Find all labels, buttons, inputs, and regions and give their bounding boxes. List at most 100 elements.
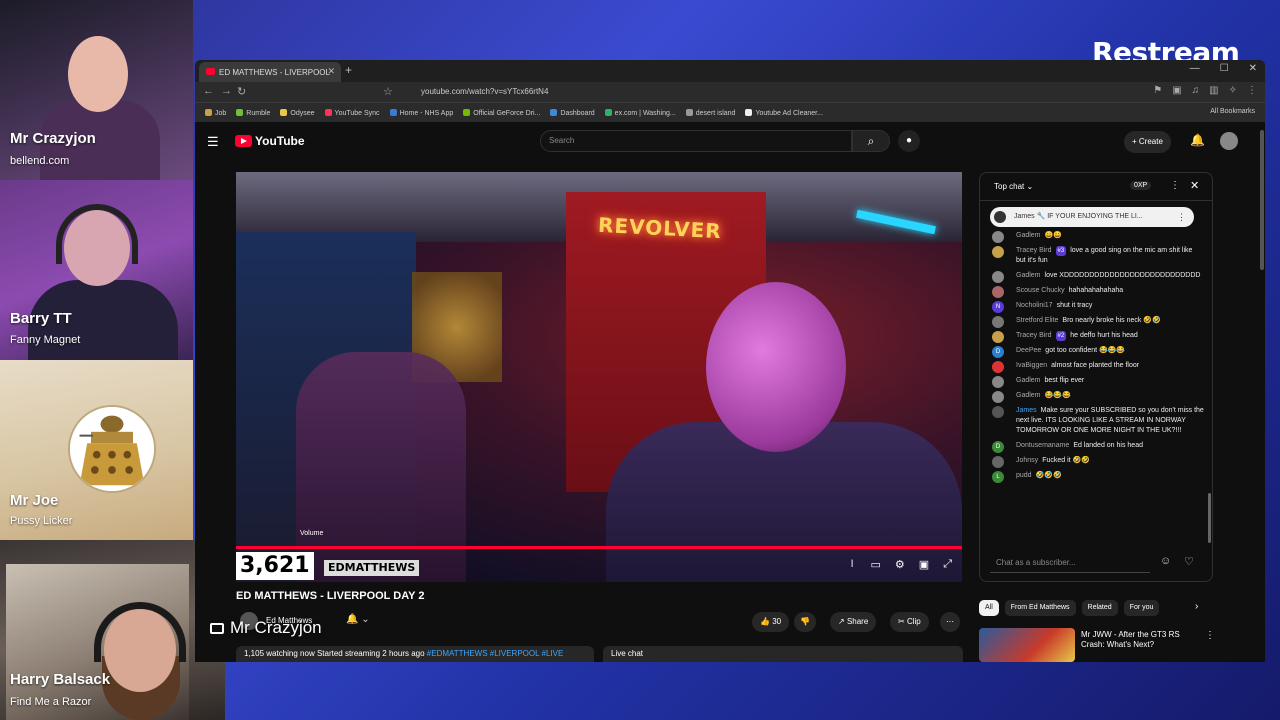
video-player[interactable]: REVOLVER Volume 3,621 EDMATTHEWS ⏽ ▭ ⚙ ▣… xyxy=(236,172,962,582)
avatar[interactable] xyxy=(992,246,1004,258)
settings-gear-icon[interactable]: ⚙ xyxy=(895,558,905,571)
video-description[interactable]: 1,105 watching now Started streaming 2 h… xyxy=(236,646,594,662)
pinned-menu-icon[interactable]: ⋮ xyxy=(1177,207,1186,227)
search-input[interactable]: Search xyxy=(540,130,852,152)
bookmark-item[interactable]: Dashboard xyxy=(550,108,595,117)
hashtags[interactable]: #EDMATTHEWS #LIVERPOOL #LIVE xyxy=(427,649,563,658)
maximize-icon[interactable]: ☐ xyxy=(1220,63,1229,74)
chevron-right-icon[interactable]: › xyxy=(1195,601,1198,612)
close-window-icon[interactable]: ✕ xyxy=(1249,63,1257,74)
reload-icon[interactable]: ↻ xyxy=(237,85,246,98)
chip-for-you[interactable]: For you xyxy=(1123,600,1160,616)
browser-tab[interactable]: ED MATTHEWS - LIVERPOOL ✕ xyxy=(199,62,341,82)
bookmark-item[interactable]: Job xyxy=(205,108,226,117)
chat-scrollbar[interactable] xyxy=(1208,493,1211,543)
bookmark-item[interactable]: ex.com | Washing... xyxy=(604,108,676,117)
more-actions-icon[interactable]: ⋯ xyxy=(940,612,960,632)
chip-all[interactable]: All xyxy=(979,600,999,616)
extension-icon[interactable]: ▣ xyxy=(1172,85,1181,96)
bookmark-item[interactable]: Rumble xyxy=(236,108,270,117)
chat-message[interactable]: Gadlem 😂😂😂 xyxy=(980,391,1212,403)
clip-button[interactable]: ✂ Clip xyxy=(890,612,929,632)
dislike-button[interactable]: 👎 xyxy=(794,612,816,632)
chat-author[interactable]: IvaBiggen xyxy=(1016,362,1047,369)
chat-message[interactable]: Gadlem best flip ever xyxy=(980,376,1212,388)
chat-author[interactable]: Johnsy xyxy=(1016,457,1038,464)
chat-message[interactable]: D DeePee got too confident 😂😂😂 xyxy=(980,346,1212,358)
chat-input[interactable]: Chat as a subscriber... xyxy=(990,553,1150,573)
chat-message[interactable]: Tracey Bird #3 love a good sing on the mic… xyxy=(980,246,1212,266)
sidebar-icon[interactable]: ▥ xyxy=(1209,85,1218,96)
subscription-bell-icon[interactable]: 🔔 ⌄ xyxy=(346,614,370,625)
related-video-thumbnail[interactable] xyxy=(979,628,1075,662)
chat-message[interactable]: Tracey Bird #2 he deffo hurt his head xyxy=(980,331,1212,343)
chat-message[interactable]: Stretford Elite Bro nearly broke his neck… xyxy=(980,316,1212,328)
heart-icon[interactable]: ♡ xyxy=(1184,555,1194,568)
like-button[interactable]: 👍 30 xyxy=(752,612,790,632)
chat-author[interactable]: Dontusemaname xyxy=(1016,442,1069,449)
close-tab-icon[interactable]: ✕ xyxy=(327,66,335,77)
avatar[interactable] xyxy=(992,331,1004,343)
chat-mode-dropdown[interactable]: Top chat ⌄ xyxy=(994,182,1033,191)
avatar[interactable] xyxy=(992,286,1004,298)
fullscreen-icon[interactable]: ⤢ xyxy=(943,558,952,571)
music-icon[interactable]: ♫ xyxy=(1192,85,1200,96)
chat-message[interactable]: IvaBiggen almost face planted the floor xyxy=(980,361,1212,373)
chat-author[interactable]: Gadlem xyxy=(1016,272,1041,279)
chip-related[interactable]: Related xyxy=(1081,600,1118,616)
avatar[interactable] xyxy=(992,456,1004,468)
bookmark-star-icon[interactable]: ☆ xyxy=(383,85,393,98)
chat-author[interactable]: Gadlem xyxy=(1016,232,1041,239)
notifications-bell-icon[interactable]: 🔔 xyxy=(1190,133,1205,147)
bookmark-item[interactable]: desert island xyxy=(685,108,735,117)
extension-icon[interactable]: ⚑ xyxy=(1153,85,1162,96)
chat-message[interactable]: D Dontusemaname Ed landed on his head xyxy=(980,441,1212,453)
chat-message[interactable]: Johnsy Fucked it 🤣🤣 xyxy=(980,456,1212,468)
search-icon[interactable]: ⌕ xyxy=(852,130,890,152)
chat-author[interactable]: Gadlem xyxy=(1016,377,1041,384)
chat-author[interactable]: James xyxy=(1016,407,1037,414)
miniplayer-icon[interactable]: ▣ xyxy=(919,558,929,571)
avatar[interactable] xyxy=(992,406,1004,418)
chat-message[interactable]: Gadlem 😄😄 xyxy=(980,231,1212,243)
pinned-message[interactable]: James 🔧 IF YOUR ENJOYING THE LI... ⋮ xyxy=(990,207,1194,227)
chip-from-channel[interactable]: From Ed Matthews xyxy=(1004,600,1076,616)
related-menu-icon[interactable]: ⋮ xyxy=(1205,630,1215,641)
chat-author[interactable]: DeePee xyxy=(1016,347,1041,354)
chat-author[interactable]: Tracey Bird xyxy=(1016,247,1052,254)
minimize-icon[interactable]: — xyxy=(1190,63,1200,74)
chat-author[interactable]: pudd xyxy=(1016,472,1032,479)
chat-message[interactable]: Gadlem love XDDDDDDDDDDDDDDDDDDDDDDDDDDD xyxy=(980,271,1212,283)
avatar[interactable]: N xyxy=(992,301,1004,313)
avatar[interactable] xyxy=(992,271,1004,283)
all-bookmarks[interactable]: All Bookmarks xyxy=(1210,108,1255,115)
avatar[interactable] xyxy=(992,316,1004,328)
subtitles-icon[interactable]: ▭ xyxy=(871,558,881,571)
related-video-title[interactable]: Mr JWW - After the GT3 RS Crash: What's … xyxy=(1081,630,1201,650)
menu-dots-icon[interactable]: ⋮ xyxy=(1247,85,1257,96)
page-scrollbar[interactable] xyxy=(1260,130,1264,270)
chat-author[interactable]: Scouse Chucky xyxy=(1016,287,1065,294)
avatar[interactable]: D xyxy=(992,346,1004,358)
chat-message[interactable]: James Make sure your SUBSCRIBED so you do… xyxy=(980,406,1212,436)
avatar[interactable] xyxy=(992,361,1004,373)
avatar[interactable] xyxy=(992,376,1004,388)
bookmark-item[interactable]: Youtube Ad Cleaner... xyxy=(745,108,823,117)
url-field[interactable]: youtube.com/watch?v=sYTcx66rtN4 xyxy=(405,84,955,100)
chat-author[interactable]: Tracey Bird xyxy=(1016,332,1052,339)
youtube-logo[interactable]: YouTube xyxy=(235,134,305,148)
chat-menu-icon[interactable]: ⋮ xyxy=(1170,180,1180,191)
microphone-icon[interactable]: ● xyxy=(898,130,920,152)
back-icon[interactable]: ← xyxy=(203,85,214,97)
create-button[interactable]: + Create xyxy=(1124,131,1171,153)
close-chat-icon[interactable]: ✕ xyxy=(1190,179,1199,192)
user-avatar[interactable] xyxy=(1220,132,1238,150)
progress-bar[interactable] xyxy=(236,546,962,549)
hamburger-menu-icon[interactable]: ☰ xyxy=(207,134,219,150)
bookmark-item[interactable]: YouTube Sync xyxy=(324,108,380,117)
chat-author[interactable]: Gadlem xyxy=(1016,392,1041,399)
chat-author[interactable]: Nocholini17 xyxy=(1016,302,1053,309)
autoplay-toggle-icon[interactable]: ⏽ xyxy=(848,558,857,571)
chat-message[interactable]: Scouse Chucky hahahahahahaha xyxy=(980,286,1212,298)
chat-author[interactable]: Stretford Elite xyxy=(1016,317,1058,324)
